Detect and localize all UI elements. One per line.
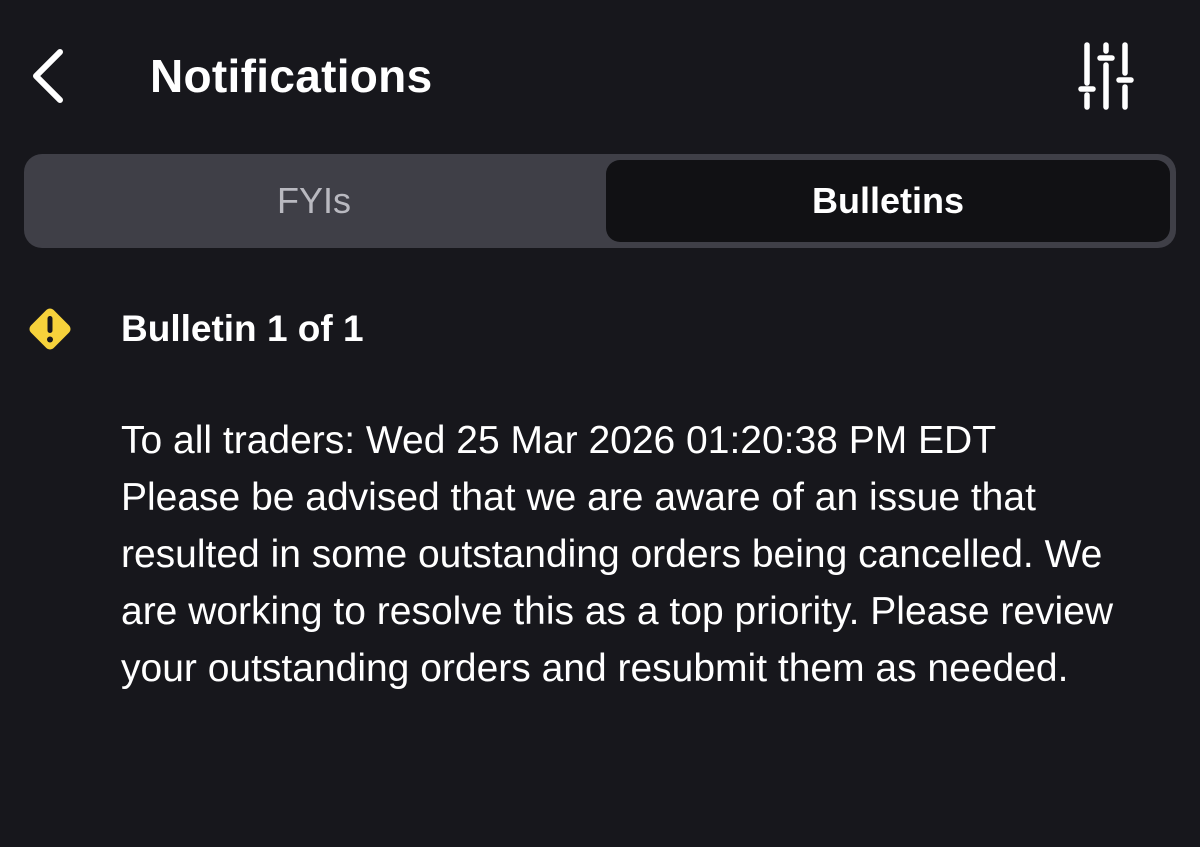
bulletin-counter: Bulletin 1 of 1 [121, 308, 364, 349]
top-bar: Notifications [0, 0, 1200, 150]
tab-fyis[interactable]: FYIs [24, 154, 604, 248]
page-title: Notifications [150, 50, 433, 102]
tab-bulletins[interactable]: Bulletins [606, 160, 1170, 242]
bulletin-message: To all traders: Wed 25 Mar 2026 01:20:38… [121, 419, 1114, 690]
chevron-left-icon [33, 49, 63, 103]
back-button[interactable] [16, 38, 80, 114]
notification-tabs: FYIs Bulletins [24, 154, 1176, 248]
warning-diamond-icon [29, 308, 71, 350]
filter-settings-button[interactable] [1066, 30, 1150, 120]
sliders-icon [1078, 42, 1134, 110]
